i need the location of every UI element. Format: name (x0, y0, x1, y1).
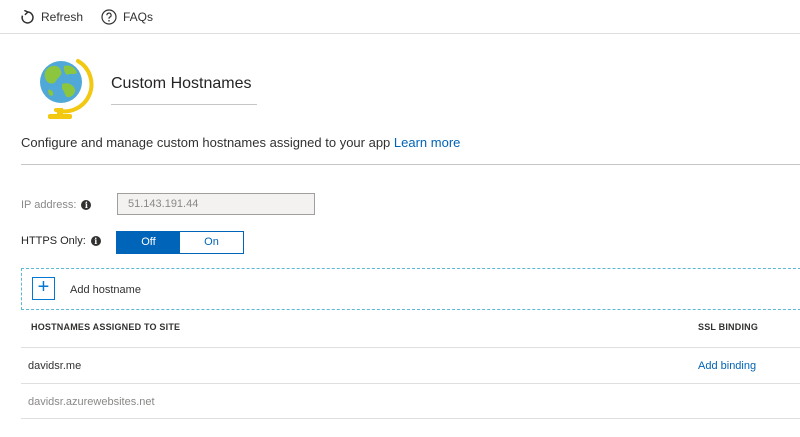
section-divider (21, 164, 800, 165)
ip-address-field (117, 193, 315, 215)
refresh-button[interactable]: Refresh (20, 6, 83, 28)
column-header-hostnames: HOSTNAMES ASSIGNED TO SITE (31, 322, 181, 332)
hostname-cell: davidsr.me (28, 360, 82, 372)
add-hostname-row[interactable]: + Add hostname (21, 268, 800, 310)
info-icon[interactable]: i (81, 200, 92, 210)
https-only-label-text: HTTPS Only: (21, 235, 86, 247)
description-text: Configure and manage custom hostnames as… (21, 135, 394, 150)
ip-address-label-text: IP address: (21, 199, 77, 211)
globe-icon (34, 54, 94, 122)
ip-address-label: IP address: i (21, 199, 92, 211)
row-divider (21, 383, 800, 384)
refresh-icon (20, 9, 35, 25)
question-circle-icon (101, 9, 117, 25)
page-title: Custom Hostnames (111, 75, 252, 92)
command-bar: Refresh FAQs (0, 0, 800, 34)
column-header-ssl-binding: SSL BINDING (698, 322, 759, 332)
row-divider (21, 347, 800, 348)
title-divider (111, 104, 257, 105)
faqs-button[interactable]: FAQs (101, 6, 153, 28)
add-hostname-label[interactable]: Add hostname (70, 284, 141, 296)
https-only-toggle[interactable]: Off On (116, 231, 244, 254)
https-only-label: HTTPS Only: i (21, 235, 101, 247)
faqs-label: FAQs (123, 10, 154, 24)
learn-more-link[interactable]: Learn more (394, 135, 460, 150)
toggle-option-off[interactable]: Off (117, 232, 180, 253)
plus-icon[interactable]: + (32, 277, 55, 300)
toggle-option-on[interactable]: On (180, 232, 243, 253)
row-divider (21, 418, 800, 419)
info-icon[interactable]: i (90, 236, 101, 246)
hostname-cell: davidsr.azurewebsites.net (28, 396, 155, 408)
page-description: Configure and manage custom hostnames as… (21, 135, 460, 150)
refresh-label: Refresh (41, 10, 84, 24)
add-binding-link[interactable]: Add binding (698, 360, 756, 372)
